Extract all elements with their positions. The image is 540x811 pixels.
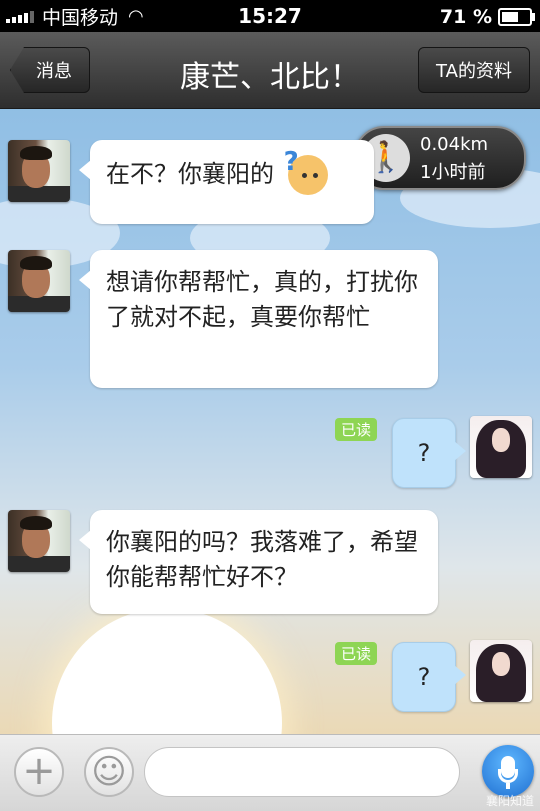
read-status-badge: 已读 bbox=[335, 642, 378, 665]
carrier-name: 中国移动 bbox=[42, 6, 119, 29]
profile-button[interactable]: TA的资料 bbox=[418, 47, 530, 93]
status-bar: 中国移动 ◠ 15:27 71 % bbox=[0, 0, 540, 32]
smiley-icon: ☺ bbox=[91, 752, 127, 792]
emoji-button[interactable]: ☺ bbox=[84, 747, 134, 797]
my-avatar[interactable] bbox=[470, 416, 532, 478]
message-text: 想请你帮帮忙，真的，打扰你了就对不起，真要你帮忙 bbox=[106, 268, 418, 331]
confused-face-emoji-icon: ? bbox=[284, 147, 328, 195]
input-bar: + ☺ 襄阳知道 bbox=[0, 734, 540, 811]
my-message-bubble[interactable]: ? bbox=[392, 642, 466, 712]
wifi-icon: ◠ bbox=[128, 5, 144, 27]
message-bubble[interactable]: 想请你帮帮忙，真的，打扰你了就对不起，真要你帮忙 bbox=[79, 250, 438, 388]
my-message-bubble[interactable]: ? bbox=[392, 418, 466, 488]
sun-decoration bbox=[52, 608, 282, 734]
voice-input-button[interactable] bbox=[482, 745, 534, 797]
chat-area[interactable]: 🚶 0.04km 1小时前 在不？你襄阳的 ? 想请你帮帮忙，真的，打扰你了就对… bbox=[0, 108, 540, 734]
battery-percent: 71 % bbox=[439, 6, 492, 28]
contact-avatar[interactable] bbox=[8, 250, 70, 312]
read-status-badge: 已读 bbox=[335, 418, 378, 441]
message-bubble[interactable]: 你襄阳的吗？我落难了，希望你能帮帮忙好不？ bbox=[79, 510, 438, 614]
distance-text: 0.04km bbox=[420, 134, 489, 155]
contact-avatar[interactable] bbox=[8, 140, 70, 202]
contact-avatar[interactable] bbox=[8, 510, 70, 572]
message-text: 在不？你襄阳的 bbox=[106, 160, 274, 188]
chat-title: 康芒、北比！ bbox=[180, 60, 360, 95]
battery-icon bbox=[498, 8, 535, 26]
message-bubble[interactable]: 在不？你襄阳的 ? bbox=[79, 140, 374, 224]
my-avatar[interactable] bbox=[470, 640, 532, 702]
message-input[interactable] bbox=[144, 747, 460, 797]
time-ago-text: 1小时前 bbox=[420, 162, 486, 183]
message-text: 你襄阳的吗？我落难了，希望你能帮帮忙好不？ bbox=[106, 528, 418, 591]
back-button[interactable]: 消息 bbox=[10, 47, 90, 93]
distance-indicator[interactable]: 🚶 0.04km 1小时前 bbox=[354, 126, 526, 190]
navigation-bar: 消息 康芒、北比！ TA的资料 bbox=[0, 32, 540, 109]
signal-icon bbox=[6, 9, 34, 23]
add-attachment-button[interactable]: + bbox=[14, 747, 64, 797]
message-text: ? bbox=[417, 663, 431, 691]
watermark: 襄阳知道 bbox=[485, 794, 534, 808]
message-text: ? bbox=[417, 439, 431, 467]
